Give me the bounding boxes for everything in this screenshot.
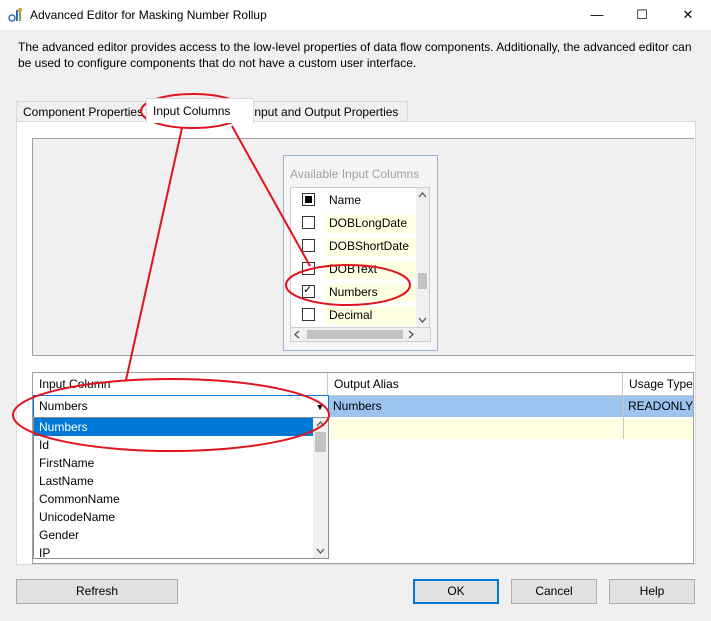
chevron-down-icon[interactable]: ▼ bbox=[312, 396, 328, 418]
dropdown-item[interactable]: UnicodeName bbox=[34, 508, 317, 526]
help-button[interactable]: Help bbox=[609, 579, 695, 604]
tab-label: Input Columns bbox=[153, 104, 231, 118]
column-designer-area: Available Input Columns Name DOBLongDate… bbox=[32, 138, 694, 356]
input-column-dropdown-list: Numbers Id FirstName LastName CommonName… bbox=[33, 417, 329, 559]
header-output-alias[interactable]: Output Alias bbox=[328, 373, 623, 395]
select-all-checkbox[interactable] bbox=[302, 193, 315, 206]
column-checkbox[interactable] bbox=[302, 262, 315, 275]
tab-input-columns[interactable]: Input Columns bbox=[146, 98, 254, 123]
list-item[interactable]: DOBLongDate bbox=[291, 211, 417, 234]
available-input-columns-box: Available Input Columns Name DOBLongDate… bbox=[283, 155, 438, 351]
maximize-button[interactable]: ☐ bbox=[619, 0, 665, 30]
column-label: Decimal bbox=[325, 307, 417, 325]
dropdown-item[interactable]: LastName bbox=[34, 472, 317, 490]
name-header: Name bbox=[329, 193, 362, 207]
output-alias-cell[interactable]: Numbers bbox=[333, 399, 382, 413]
vertical-scrollbar[interactable] bbox=[416, 187, 430, 329]
column-checkbox[interactable] bbox=[302, 239, 315, 252]
list-item[interactable]: Numbers bbox=[291, 280, 417, 303]
combobox-value: Numbers bbox=[39, 399, 88, 413]
column-divider bbox=[623, 395, 624, 439]
scrollbar-arrows-icon bbox=[418, 192, 427, 323]
column-label: DOBLongDate bbox=[325, 215, 417, 233]
list-item[interactable]: DOBShortDate bbox=[291, 234, 417, 257]
list-item[interactable]: DOBText bbox=[291, 257, 417, 280]
dropdown-scrollbar[interactable] bbox=[313, 418, 328, 558]
input-columns-panel: Available Input Columns Name DOBLongDate… bbox=[16, 121, 696, 565]
column-checkbox-checked[interactable] bbox=[302, 283, 315, 298]
column-label: DOBText bbox=[325, 261, 417, 279]
list-item[interactable]: Decimal bbox=[291, 303, 417, 326]
ok-button[interactable]: OK bbox=[413, 579, 499, 604]
title-bar: Advanced Editor for Masking Number Rollu… bbox=[0, 0, 711, 30]
columns-grid: Input Column Output Alias Usage Type Num… bbox=[32, 372, 694, 564]
input-column-combobox[interactable]: Numbers ▼ bbox=[33, 395, 329, 419]
tab-component-properties[interactable]: Component Properties bbox=[16, 101, 158, 122]
dropdown-item[interactable]: Id bbox=[34, 436, 317, 454]
column-checkbox[interactable] bbox=[302, 216, 315, 229]
tab-label: Input and Output Properties bbox=[251, 105, 399, 119]
available-columns-title: Available Input Columns bbox=[290, 167, 420, 181]
scrollbar-arrows-icon bbox=[294, 330, 414, 339]
dropdown-item[interactable]: FirstName bbox=[34, 454, 317, 472]
refresh-button[interactable]: Refresh bbox=[16, 579, 178, 604]
minimize-button[interactable]: — bbox=[574, 0, 620, 30]
header-input-column[interactable]: Input Column bbox=[33, 373, 328, 395]
close-button[interactable]: ✕ bbox=[665, 0, 711, 30]
horizontal-scrollbar[interactable] bbox=[290, 327, 431, 342]
column-checkbox[interactable] bbox=[302, 308, 315, 321]
cancel-button[interactable]: Cancel bbox=[511, 579, 597, 604]
usage-type-cell[interactable]: READONLY bbox=[628, 399, 693, 413]
available-columns-list: Name DOBLongDate DOBShortDate DOBText Nu… bbox=[290, 187, 418, 329]
column-label: Numbers bbox=[325, 284, 417, 302]
app-icon bbox=[8, 8, 22, 22]
tab-label: Component Properties bbox=[23, 105, 144, 119]
window-title: Advanced Editor for Masking Number Rollu… bbox=[30, 8, 267, 22]
dropdown-item[interactable]: IP bbox=[34, 544, 317, 558]
select-all-row: Name bbox=[291, 188, 417, 211]
grid-header: Input Column Output Alias Usage Type bbox=[33, 373, 693, 396]
scrollbar-arrows-icon bbox=[315, 421, 326, 554]
tab-input-output-properties[interactable]: Input and Output Properties bbox=[244, 101, 408, 122]
dropdown-item[interactable]: Gender bbox=[34, 526, 317, 544]
dropdown-item[interactable]: Numbers bbox=[34, 418, 317, 436]
editor-description: The advanced editor provides access to t… bbox=[18, 40, 692, 70]
column-label: DOBShortDate bbox=[325, 238, 417, 256]
header-usage-type[interactable]: Usage Type bbox=[623, 373, 693, 395]
dropdown-item[interactable]: CommonName bbox=[34, 490, 317, 508]
